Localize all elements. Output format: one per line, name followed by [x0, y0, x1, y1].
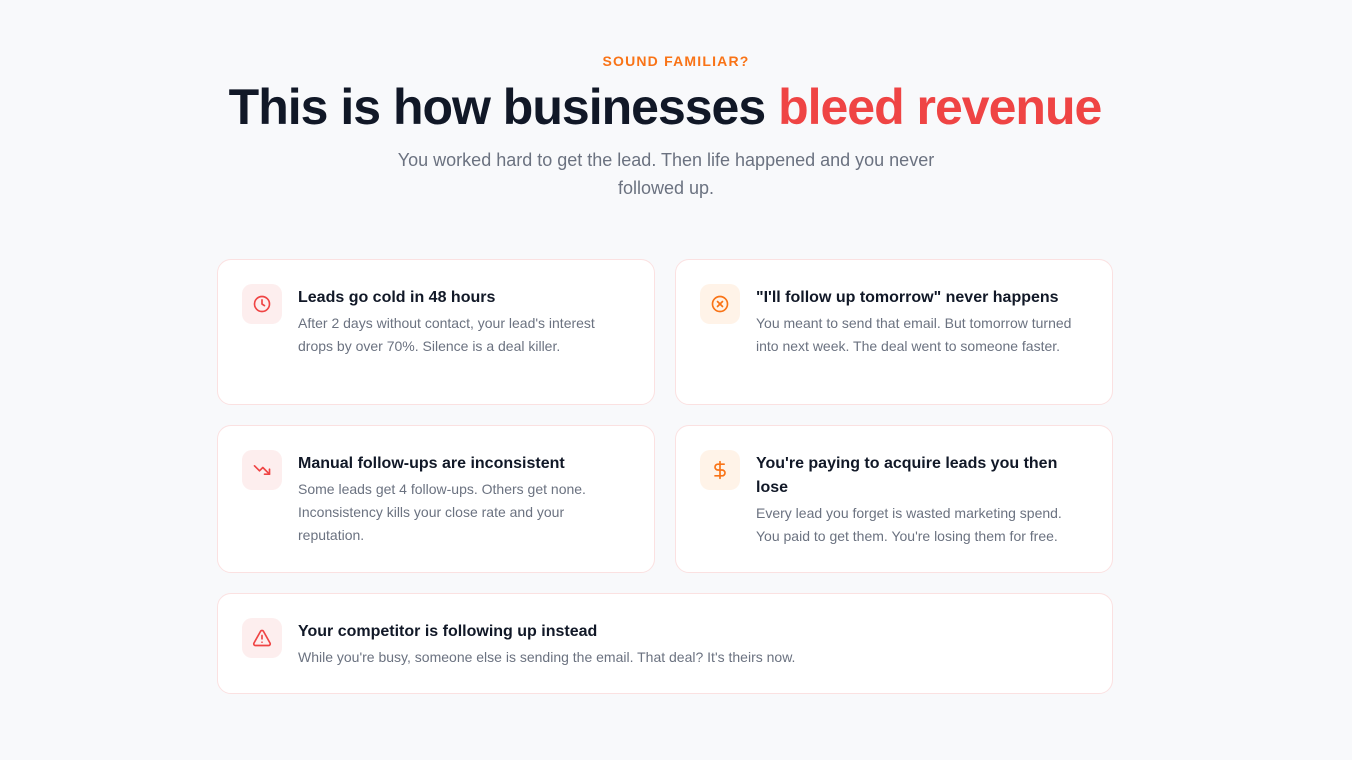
clock-icon	[242, 284, 282, 324]
trending-down-icon	[242, 450, 282, 490]
card-body: You meant to send that email. But tomorr…	[756, 315, 1072, 354]
pain-card-leads-cold: Leads go cold in 48 hours After 2 days w…	[217, 259, 655, 405]
pain-card-competitor: Your competitor is following up instead …	[217, 593, 1113, 694]
card-title: "I'll follow up tomorrow" never happens	[756, 289, 1059, 306]
x-circle-icon	[700, 284, 740, 324]
pain-points-section: SOUND FAMILIAR? This is how businesses b…	[0, 0, 1352, 760]
alert-triangle-icon	[242, 618, 282, 658]
dollar-sign-icon	[700, 450, 740, 490]
card-body: Every lead you forget is wasted marketin…	[756, 505, 1062, 544]
section-eyebrow: SOUND FAMILIAR?	[602, 53, 750, 69]
pain-card-paying-for-leads: You're paying to acquire leads you then …	[675, 425, 1113, 573]
headline-main-text: This is how businesses	[228, 79, 779, 135]
card-title: Manual follow-ups are inconsistent	[298, 455, 565, 472]
card-body: Some leads get 4 follow-ups. Others get …	[298, 481, 586, 543]
section-headline: This is how businesses bleed revenue	[0, 76, 1330, 138]
card-title: You're paying to acquire leads you then …	[756, 455, 1058, 496]
pain-card-follow-up-tomorrow: "I'll follow up tomorrow" never happens …	[675, 259, 1113, 405]
card-title: Leads go cold in 48 hours	[298, 289, 496, 306]
card-body: After 2 days without contact, your lead'…	[298, 315, 595, 354]
section-subtitle: You worked hard to get the lead. Then li…	[397, 150, 935, 198]
card-body: While you're busy, someone else is sendi…	[298, 649, 796, 665]
card-title: Your competitor is following up instead	[298, 623, 598, 640]
headline-accent-text: bleed revenue	[778, 79, 1102, 135]
pain-card-manual-follow-ups: Manual follow-ups are inconsistent Some …	[217, 425, 655, 573]
